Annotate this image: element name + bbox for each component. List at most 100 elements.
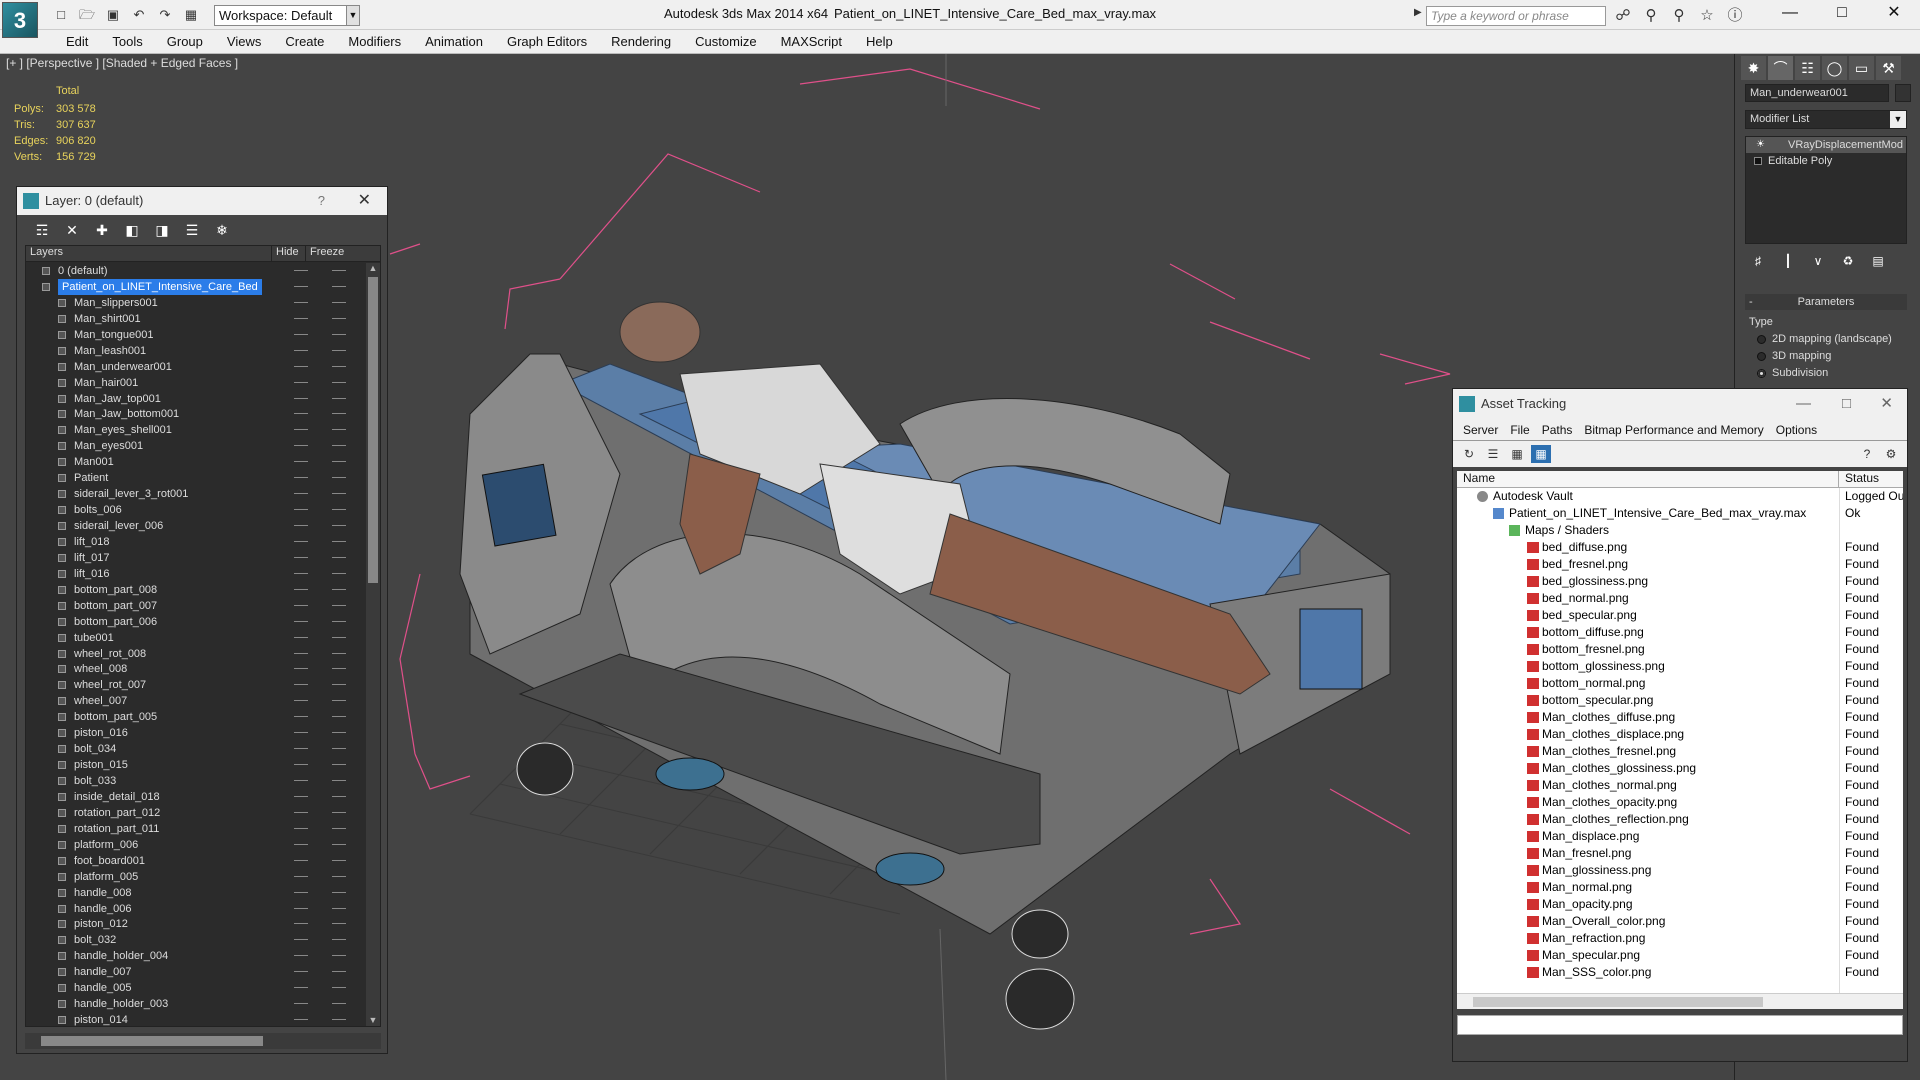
hide-toggle[interactable] [294, 668, 308, 670]
freeze-toggle[interactable] [332, 843, 346, 845]
freeze-toggle[interactable] [332, 588, 346, 590]
freeze-toggle[interactable] [332, 285, 346, 287]
show-end-result-icon[interactable]: ┃ [1779, 252, 1797, 270]
help-button[interactable]: ? [318, 187, 325, 215]
layer-object-row[interactable]: Man_shirt001 [26, 311, 366, 327]
hide-toggle[interactable] [294, 811, 308, 813]
hide-toggle[interactable] [294, 285, 308, 287]
hide-toggle[interactable] [294, 636, 308, 638]
freeze-toggle[interactable] [332, 1003, 346, 1005]
freeze-toggle[interactable] [332, 716, 346, 718]
column-layers[interactable]: Layers [26, 246, 272, 261]
freeze-toggle[interactable] [332, 939, 346, 941]
layer-object-row[interactable]: bolt_034 [26, 741, 366, 757]
list-view-icon[interactable]: ☰ [1483, 445, 1503, 463]
layer-object-row[interactable]: Man001 [26, 454, 366, 470]
subscription-icon[interactable]: ⚲ [1640, 6, 1662, 26]
menu-graph-editors[interactable]: Graph Editors [495, 33, 599, 51]
hide-toggle[interactable] [294, 397, 308, 399]
asset-row[interactable]: bed_normal.png Found [1457, 590, 1903, 607]
menu-options[interactable]: Options [1770, 419, 1823, 440]
radio-button[interactable] [1757, 334, 1766, 344]
layer-object-row[interactable]: Man_slippers001 [26, 295, 366, 311]
scroll-thumb[interactable] [41, 1036, 263, 1046]
hide-toggle[interactable] [294, 540, 308, 542]
layer-object-row[interactable]: wheel_007 [26, 693, 366, 709]
freeze-toggle[interactable] [332, 668, 346, 670]
freeze-toggle[interactable] [332, 270, 346, 271]
hierarchy-tab-icon[interactable]: ☷ [1795, 56, 1820, 80]
hide-toggle[interactable] [294, 875, 308, 877]
select-objects-icon[interactable]: ◧ [121, 221, 143, 239]
layer-object-row[interactable]: handle_008 [26, 885, 366, 901]
asset-row[interactable]: bed_diffuse.png Found [1457, 539, 1903, 556]
layer-object-row[interactable]: handle_holder_003 [26, 996, 366, 1012]
layer-row-default[interactable]: 0 (default) [26, 263, 366, 279]
modify-tab-icon[interactable]: ⌒ [1768, 56, 1793, 80]
hide-toggle[interactable] [294, 795, 308, 797]
freeze-toggle[interactable] [332, 780, 346, 781]
freeze-toggle[interactable] [332, 732, 346, 734]
freeze-toggle[interactable] [332, 907, 346, 909]
freeze-toggle[interactable] [332, 955, 346, 957]
pin-stack-icon[interactable]: ♯ [1749, 252, 1767, 270]
freeze-toggle[interactable] [332, 636, 346, 638]
freeze-toggle[interactable] [332, 604, 346, 606]
scroll-up-icon[interactable]: ▲ [366, 263, 380, 275]
communication-icon[interactable]: ⚲ [1668, 6, 1690, 26]
modifier-list-dropdown[interactable]: Modifier List ▼ [1745, 110, 1907, 129]
column-hide[interactable]: Hide [272, 246, 306, 261]
vertical-scrollbar[interactable]: ▲ ▼ [366, 263, 380, 1026]
hide-toggle[interactable] [294, 270, 308, 271]
hide-toggle[interactable] [294, 493, 308, 495]
layer-object-row[interactable]: Man_underwear001 [26, 359, 366, 375]
hide-toggle[interactable] [294, 827, 308, 829]
layer-object-row[interactable]: piston_015 [26, 757, 366, 773]
menu-customize[interactable]: Customize [683, 33, 768, 51]
save-file-icon[interactable]: ▣ [102, 5, 124, 25]
layer-object-row[interactable]: bottom_part_005 [26, 709, 366, 725]
hide-toggle[interactable] [294, 732, 308, 734]
hide-toggle[interactable] [294, 700, 308, 702]
freeze-toggle[interactable] [332, 301, 346, 303]
hide-toggle[interactable] [294, 477, 308, 479]
freeze-toggle[interactable] [332, 525, 346, 526]
freeze-toggle[interactable] [332, 1019, 346, 1021]
asset-row[interactable]: Man_refraction.png Found [1457, 930, 1903, 947]
layer-object-row[interactable]: Man_leash001 [26, 343, 366, 359]
radio-button[interactable] [1757, 351, 1766, 361]
object-name-field[interactable]: Man_underwear001 [1745, 84, 1889, 102]
asset-row[interactable]: Man_clothes_opacity.png Found [1457, 794, 1903, 811]
layer-object-row[interactable]: platform_005 [26, 869, 366, 885]
close-icon[interactable]: ✕ [358, 187, 371, 215]
motion-tab-icon[interactable]: ◯ [1822, 56, 1847, 80]
horizontal-scrollbar[interactable] [1457, 993, 1903, 1009]
stack-item-vraydisplacement[interactable]: ☀ VRayDisplacementMod [1746, 137, 1906, 153]
freeze-toggle[interactable] [332, 429, 346, 431]
highlight-layer-icon[interactable]: ◨ [151, 221, 173, 239]
menu-tools[interactable]: Tools [100, 33, 154, 51]
freeze-toggle[interactable] [332, 317, 346, 319]
radio-button-selected[interactable] [1757, 368, 1766, 378]
menu-file[interactable]: File [1504, 419, 1535, 440]
layer-object-row[interactable]: bolt_033 [26, 773, 366, 789]
hide-toggle[interactable] [294, 987, 308, 989]
asset-row[interactable]: Man_clothes_diffuse.png Found [1457, 709, 1903, 726]
freeze-all-icon[interactable]: ❄ [211, 221, 233, 239]
freeze-toggle[interactable] [332, 971, 346, 973]
asset-row[interactable]: bottom_specular.png Found [1457, 692, 1903, 709]
freeze-toggle[interactable] [332, 397, 346, 399]
create-tab-icon[interactable]: ✸ [1741, 56, 1766, 80]
remove-modifier-icon[interactable]: ♻ [1839, 252, 1857, 270]
asset-row[interactable]: Man_glossiness.png Found [1457, 862, 1903, 879]
asset-row[interactable]: Man_clothes_reflection.png Found [1457, 811, 1903, 828]
maximize-icon[interactable]: □ [1842, 389, 1851, 419]
hide-all-icon[interactable]: ☰ [181, 221, 203, 239]
hide-toggle[interactable] [294, 461, 308, 463]
scroll-thumb[interactable] [1473, 997, 1763, 1007]
hide-toggle[interactable] [294, 429, 308, 431]
hide-toggle[interactable] [294, 764, 308, 766]
asset-row[interactable]: bottom_normal.png Found [1457, 675, 1903, 692]
menu-modifiers[interactable]: Modifiers [336, 33, 413, 51]
hide-toggle[interactable] [294, 604, 308, 606]
